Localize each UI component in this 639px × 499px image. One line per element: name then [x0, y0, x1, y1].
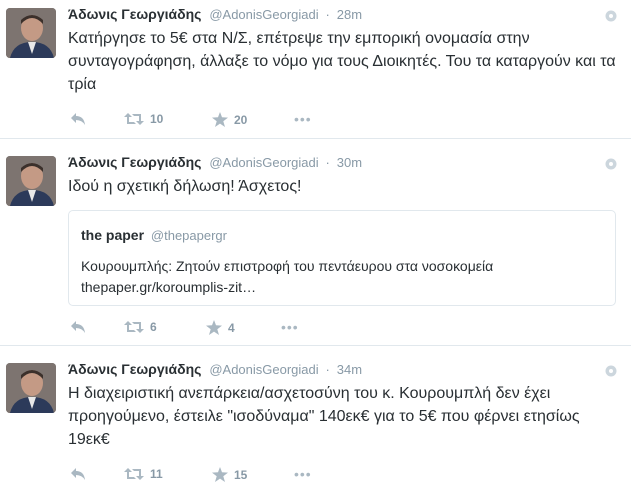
avatar[interactable]: [6, 363, 56, 413]
timestamp[interactable]: 28m: [337, 7, 362, 22]
star-icon: [212, 112, 228, 127]
retweet-button[interactable]: 6: [124, 320, 157, 334]
retweet-icon: [124, 113, 144, 125]
favorite-button[interactable]: 15: [212, 467, 247, 482]
gear-icon[interactable]: [604, 157, 618, 171]
separator: ·: [325, 362, 330, 377]
tweet-header: Άδωνις Γεωργιάδης @AdonisGeorgiadi · 34m: [68, 361, 362, 377]
author-handle[interactable]: @AdonisGeorgiadi: [209, 7, 318, 22]
tweet-header: Άδωνις Γεωργιάδης @AdonisGeorgiadi · 28m: [68, 6, 362, 22]
more-button[interactable]: •••: [281, 320, 299, 334]
star-icon: [212, 467, 228, 482]
star-icon: [206, 320, 222, 335]
reply-button[interactable]: [70, 467, 86, 481]
favorite-count: 15: [234, 467, 248, 482]
gear-icon[interactable]: [604, 9, 618, 23]
gear-icon[interactable]: [604, 364, 618, 378]
retweet-button[interactable]: 11: [124, 467, 163, 481]
author-name[interactable]: Άδωνις Γεωργιάδης: [68, 154, 201, 170]
reply-icon: [71, 321, 85, 333]
tweet[interactable]: Άδωνις Γεωργιάδης @AdonisGeorgiadi · 28m…: [0, 0, 631, 136]
more-icon: •••: [294, 111, 312, 127]
tweet[interactable]: Άδωνις Γεωργιάδης @AdonisGeorgiadi · 34m…: [0, 355, 631, 499]
retweet-count: 10: [150, 112, 164, 126]
tweet[interactable]: Άδωνις Γεωργιάδης @AdonisGeorgiadi · 30m…: [0, 148, 631, 344]
quoted-link[interactable]: thepaper.gr/koroumplis-zit…: [81, 277, 256, 298]
reply-icon: [71, 113, 85, 125]
reply-button[interactable]: [70, 320, 86, 334]
tweet-header: Άδωνις Γεωργιάδης @AdonisGeorgiadi · 30m: [68, 154, 362, 170]
retweet-button[interactable]: 10: [124, 112, 163, 126]
quoted-author-handle[interactable]: @thepapergr: [151, 228, 227, 243]
separator: ·: [325, 155, 330, 170]
separator: ·: [325, 7, 330, 22]
more-icon: •••: [281, 319, 299, 335]
avatar[interactable]: [6, 156, 56, 206]
tweet-text: Κατήργησε το 5€ στα Ν/Σ, επέτρεψε την εμ…: [68, 30, 616, 93]
more-button[interactable]: •••: [294, 112, 312, 126]
retweet-count: 6: [150, 320, 157, 334]
quoted-text: Κουρουμπλής: Ζητούν επιστροφή του πεντάε…: [81, 258, 494, 274]
favorite-count: 4: [228, 320, 235, 335]
retweet-icon: [124, 321, 144, 333]
author-handle[interactable]: @AdonisGeorgiadi: [209, 155, 318, 170]
favorite-button[interactable]: 20: [212, 112, 247, 127]
retweet-icon: [124, 468, 144, 480]
retweet-count: 11: [150, 467, 163, 481]
tweet-divider: [0, 345, 631, 346]
avatar[interactable]: [6, 8, 56, 58]
reply-icon: [71, 468, 85, 480]
author-name[interactable]: Άδωνις Γεωργιάδης: [68, 361, 201, 377]
reply-button[interactable]: [70, 112, 86, 126]
more-icon: •••: [294, 466, 312, 482]
more-button[interactable]: •••: [294, 467, 312, 481]
tweet-divider: [0, 138, 631, 139]
author-name[interactable]: Άδωνις Γεωργιάδης: [68, 6, 201, 22]
quoted-tweet-card[interactable]: the paper @thepapergr Κουρουμπλής: Ζητού…: [68, 210, 616, 306]
favorite-count: 20: [234, 112, 248, 127]
quoted-author-name[interactable]: the paper: [81, 227, 144, 243]
quoted-header: the paper @thepapergr: [81, 227, 227, 243]
favorite-button[interactable]: 4: [206, 320, 235, 335]
timestamp[interactable]: 30m: [337, 155, 362, 170]
tweet-text: Η διαχειριστική ανεπάρκεια/ασχετοσύνη το…: [68, 385, 580, 448]
timestamp[interactable]: 34m: [337, 362, 362, 377]
author-handle[interactable]: @AdonisGeorgiadi: [209, 362, 318, 377]
tweet-text: Ιδού η σχετική δήλωση! Άσχετος!: [68, 178, 302, 195]
